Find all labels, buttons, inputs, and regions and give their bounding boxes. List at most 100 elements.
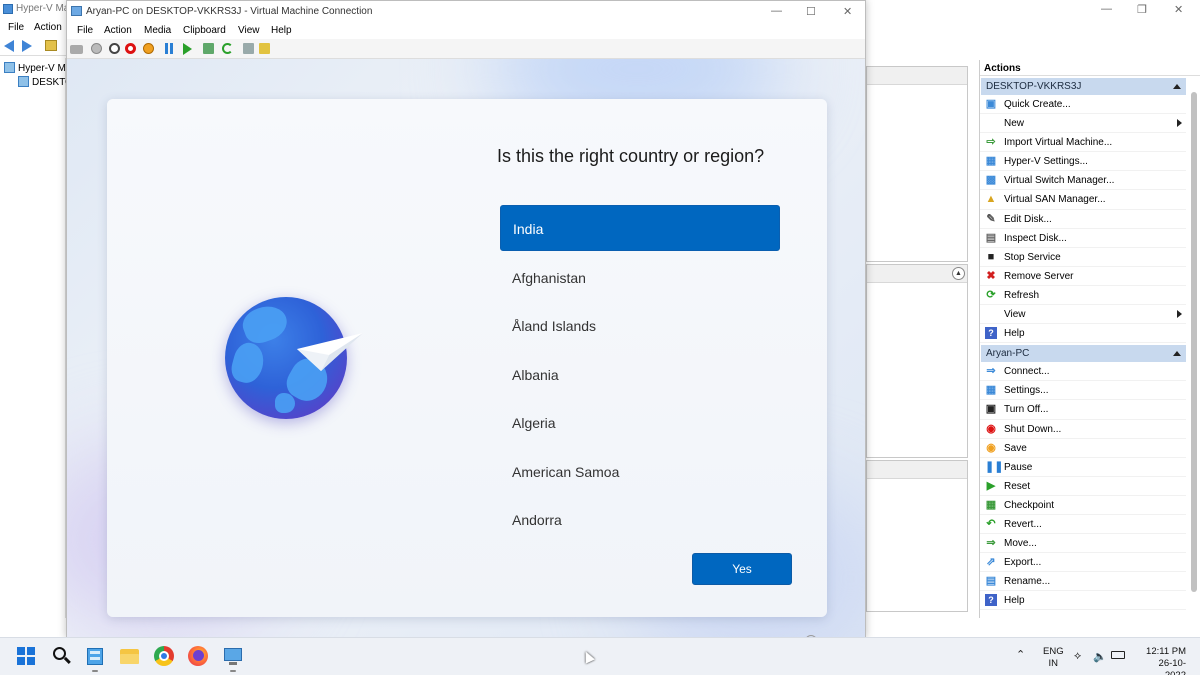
action-item-shut-down[interactable]: ◉ Shut Down...	[980, 420, 1186, 439]
vm-menu-file[interactable]: File	[77, 25, 93, 36]
vm-close-icon[interactable]: ✕	[843, 5, 852, 18]
vm-maximize-icon[interactable]: ☐	[806, 5, 816, 18]
vm-menu-media[interactable]: Media	[144, 25, 171, 36]
chevron-up-icon[interactable]: ⌃	[1016, 648, 1025, 661]
yes-button[interactable]: Yes	[692, 553, 792, 585]
actions-title: Actions	[980, 60, 1200, 76]
clock[interactable]: 12:11 PM 26-10-2022	[1140, 646, 1186, 675]
action-item-export[interactable]: ⇗ Export...	[980, 553, 1186, 573]
action-item-pause[interactable]: ❚❚ Pause	[980, 458, 1186, 477]
action-item-quick-create[interactable]: ▣ Quick Create...	[980, 95, 1186, 115]
action-item-hyper-v-settings[interactable]: ▦ Hyper-V Settings...	[980, 152, 1186, 172]
save-icon[interactable]	[143, 43, 154, 54]
tree-item-desktop[interactable]: DESKTO	[18, 76, 73, 88]
start-button[interactable]	[16, 646, 36, 666]
action-item-rename[interactable]: ▤ Rename...	[980, 572, 1186, 592]
hyperv-app-icon	[3, 4, 13, 14]
country-option[interactable]: Albania	[500, 351, 780, 400]
battery-icon[interactable]	[1111, 651, 1125, 659]
shutdown-icon[interactable]	[125, 43, 136, 54]
folder-icon[interactable]	[45, 40, 57, 51]
minimize-icon[interactable]: —	[1101, 3, 1112, 15]
volume-icon[interactable]: 🔈	[1093, 650, 1107, 663]
action-item-move[interactable]: ⇒ Move...	[980, 534, 1186, 554]
share-icon[interactable]	[259, 43, 270, 54]
country-option[interactable]: American Samoa	[500, 448, 780, 497]
action-label: Turn Off...	[1004, 404, 1049, 416]
action-item-checkpoint[interactable]: ▦ Checkpoint	[980, 496, 1186, 515]
action-item-virtual-switch-manager[interactable]: ▩ Virtual Switch Manager...	[980, 171, 1186, 191]
hyperv-window-title: Hyper-V Ma	[16, 3, 70, 14]
firefox-icon[interactable]	[188, 646, 208, 666]
action-item-remove-server[interactable]: ✖ Remove Server	[980, 267, 1186, 286]
action-item-inspect-disk[interactable]: ▤ Inspect Disk...	[980, 229, 1186, 248]
country-option[interactable]: Åland Islands	[500, 302, 780, 351]
vm-minimize-icon[interactable]: —	[771, 5, 782, 17]
action-item-settings[interactable]: ▦ Settings...	[980, 381, 1186, 401]
action-item-help[interactable]: ? Help	[980, 591, 1186, 611]
vm-connection-taskbar-icon[interactable]	[223, 646, 243, 666]
action-item-connect[interactable]: ⇒ Connect...	[980, 362, 1186, 382]
wifi-icon[interactable]: ⟡	[1074, 650, 1081, 663]
actions-scrollbar[interactable]	[1190, 82, 1198, 602]
turn-off-icon: ▣	[985, 403, 997, 416]
action-item-revert[interactable]: ↶ Revert...	[980, 515, 1186, 535]
vm-screen[interactable]: Is this the right country or region? Ind…	[67, 59, 865, 638]
action-item-import-virtual-machine[interactable]: ⇨ Import Virtual Machine...	[980, 133, 1186, 153]
action-item-turn-off[interactable]: ▣ Turn Off...	[980, 400, 1186, 420]
enhanced-session-icon[interactable]	[243, 43, 254, 54]
action-item-help[interactable]: ? Help	[980, 324, 1186, 344]
action-label: Stop Service	[1004, 251, 1061, 263]
menu-file[interactable]: File	[8, 22, 24, 33]
action-item-save[interactable]: ◉ Save	[980, 439, 1186, 458]
action-item-refresh[interactable]: ⟳ Refresh	[980, 286, 1186, 306]
turn-off-icon[interactable]	[109, 43, 120, 54]
action-item-view[interactable]: View	[980, 305, 1186, 325]
file-explorer-icon[interactable]	[119, 646, 139, 666]
close-icon[interactable]: ✕	[1174, 3, 1183, 16]
export-icon: ⇗	[986, 556, 996, 569]
action-label: New	[1004, 118, 1025, 130]
switch-icon: ▩	[985, 174, 997, 187]
pause-icon[interactable]	[165, 43, 168, 54]
country-list[interactable]: India Afghanistan Åland Islands Albania Alge…	[500, 205, 780, 545]
forward-arrow-icon[interactable]	[22, 40, 32, 52]
country-option[interactable]: Afghanistan	[500, 254, 780, 303]
search-icon[interactable]	[51, 646, 71, 666]
menu-action[interactable]: Action	[34, 22, 62, 33]
vm-menu-action[interactable]: Action	[104, 25, 132, 36]
details-pane	[866, 460, 968, 612]
collapse-triangle-icon[interactable]	[1173, 84, 1181, 89]
checkpoint-icon[interactable]	[203, 43, 214, 54]
action-item-virtual-san-manager[interactable]: ▲ Virtual SAN Manager...	[980, 190, 1186, 210]
language-indicator[interactable]: ENG IN	[1043, 646, 1064, 670]
quick-create-icon: ▣	[985, 98, 997, 110]
country-option[interactable]: Algeria	[500, 399, 780, 448]
vm-menu-view[interactable]: View	[238, 25, 260, 36]
collapse-triangle-icon[interactable]	[1173, 351, 1181, 357]
help-icon: ?	[985, 327, 997, 340]
ctrl-alt-del-icon[interactable]	[70, 45, 83, 54]
restore-icon[interactable]: ❐	[1137, 3, 1147, 16]
start-icon[interactable]	[91, 43, 102, 54]
hyperv-manager-taskbar-icon[interactable]	[85, 646, 105, 666]
action-item-reset[interactable]: ▶ Reset	[980, 477, 1186, 496]
actions-section-header[interactable]: DESKTOP-VKKRS3J	[981, 78, 1186, 95]
back-arrow-icon[interactable]	[4, 40, 14, 52]
country-option[interactable]: India	[500, 205, 780, 251]
country-option[interactable]: Andorra	[500, 496, 780, 545]
action-item-new[interactable]: New	[980, 114, 1186, 134]
revert-icon[interactable]	[222, 43, 233, 54]
vm-menu-help[interactable]: Help	[271, 25, 292, 36]
actions-section-header[interactable]: Aryan-PC	[981, 345, 1186, 363]
reset-icon[interactable]	[183, 43, 192, 55]
checkpoint-icon: ▦	[985, 498, 997, 511]
vm-menu-clipboard[interactable]: Clipboard	[183, 25, 226, 36]
chrome-icon[interactable]	[154, 646, 174, 666]
action-label: Move...	[1004, 538, 1037, 550]
tree-item-hyperv-manager[interactable]: Hyper-V Ma	[4, 62, 71, 74]
action-item-edit-disk[interactable]: ✎ Edit Disk...	[980, 210, 1186, 229]
paper-plane-icon	[297, 333, 363, 371]
action-item-stop-service[interactable]: ■ Stop Service	[980, 248, 1186, 267]
collapse-up-icon[interactable]: ▲	[952, 267, 965, 280]
